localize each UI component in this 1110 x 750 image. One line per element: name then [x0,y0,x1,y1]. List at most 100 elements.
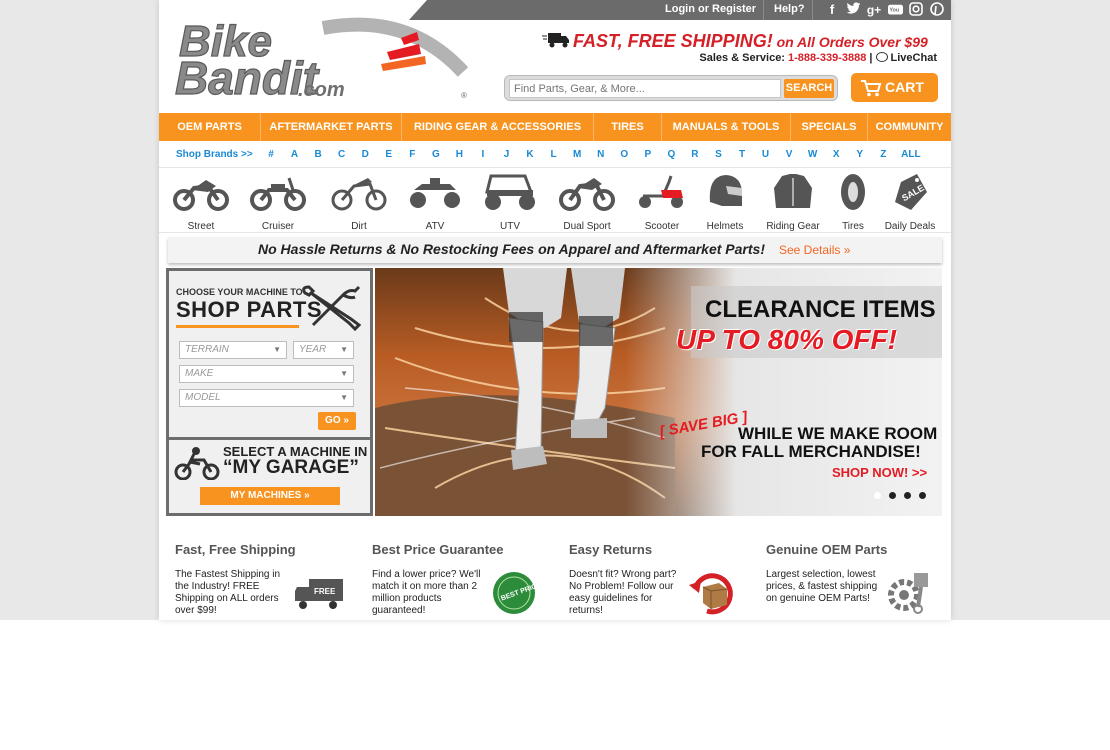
facebook-icon[interactable]: f [824,2,840,18]
brand-letter-p[interactable]: P [638,149,658,160]
cart-label: CART [885,79,924,95]
carousel-dot[interactable] [904,492,911,499]
feature-easy-returns[interactable]: Easy Returns Doesn't fit? Wrong part? No… [569,542,749,620]
sales-service-line: Sales & Service: 1-888-339-3888 | LiveCh… [699,52,937,64]
brand-letter-g[interactable]: G [426,149,446,160]
truck-icon [542,33,569,48]
shop-now-link[interactable]: SHOP NOW! >> [832,465,927,480]
machine-utv[interactable]: UTV [475,172,545,232]
free-shipping-threshold: on All Orders Over $99 [772,34,928,50]
chevron-down-icon: ▼ [340,345,348,354]
brand-letter-w[interactable]: W [803,149,823,160]
nav-manuals-tools[interactable]: MANUALS & TOOLS [662,113,791,141]
feature-oem-parts[interactable]: Genuine OEM Parts Largest selection, low… [766,542,946,620]
feature-best-price[interactable]: Best Price Guarantee Find a lower price?… [372,542,552,620]
carousel-dot[interactable] [919,492,926,499]
dual-sport-bike-icon [559,178,615,211]
go-button[interactable]: GO » [318,412,356,430]
feature-description: Largest selection, lowest prices, & fast… [766,569,878,604]
brand-letter-b[interactable]: B [308,149,328,160]
machine-dual-sport[interactable]: Dual Sport [552,172,622,232]
brand-letter-s[interactable]: S [708,149,728,160]
terrain-select[interactable]: TERRAIN ▼ [179,341,287,359]
brand-letter-f[interactable]: F [402,149,422,160]
chat-bubble-icon[interactable] [875,52,888,62]
bikebandit-logo[interactable]: Bike Bandit .com ® [173,14,473,106]
brand-letter-n[interactable]: N [591,149,611,160]
youtube-icon[interactable]: You [887,2,903,18]
price-seal-icon: BEST PRICE [493,572,542,614]
brand-letter-j[interactable]: J [497,149,517,160]
helmet-icon [709,175,742,206]
brand-letter-z[interactable]: Z [873,149,893,160]
nav-tires[interactable]: TIRES [594,113,662,141]
feature-free-shipping[interactable]: Fast, Free Shipping The Fastest Shipping… [175,542,355,620]
cart-button[interactable]: CART [851,73,938,102]
login-register-link[interactable]: Login or Register [665,3,756,15]
nav-community[interactable]: COMMUNITY [868,113,951,141]
make-select[interactable]: MAKE ▼ [179,365,354,383]
sales-label: Sales & Service: [699,52,789,64]
twitter-icon[interactable] [845,2,861,18]
brand-letter-k[interactable]: K [520,149,540,160]
machine-daily-deals[interactable]: SALE! Daily Deals [875,172,945,232]
livechat-link[interactable]: LiveChat [891,52,937,64]
brand-letter-e[interactable]: E [379,149,399,160]
brand-letter-i[interactable]: I [473,149,493,160]
chevron-down-icon: ▼ [340,393,348,402]
carousel-dot[interactable] [874,492,881,499]
brand-letter-d[interactable]: D [355,149,375,160]
browser-background: Login or Register Help? f g+ You Bike Ba… [0,0,1110,620]
year-select[interactable]: YEAR ▼ [293,341,354,359]
nav-riding-gear-accessories[interactable]: RIDING GEAR & ACCESSORIES [402,113,594,141]
cart-icon [861,80,882,97]
nav-oem-parts[interactable]: OEM PARTS [159,113,261,141]
search-input[interactable] [509,79,781,98]
svg-text:You: You [889,8,899,14]
free-shipping-headline: FAST, FREE SHIPPING! [573,31,773,51]
search-button[interactable]: SEARCH [784,79,834,98]
help-link[interactable]: Help? [774,3,805,15]
machine-cruiser[interactable]: Cruiser [243,172,313,232]
machine-label: Scooter [644,221,680,232]
nav-specials[interactable]: SPECIALS [791,113,868,141]
logo-registered-mark: ® [461,91,467,100]
pinterest-icon[interactable] [929,2,945,18]
my-machines-button[interactable]: MY MACHINES » [200,487,340,505]
brand-letter-r[interactable]: R [685,149,705,160]
brand-letter-h[interactable]: H [449,149,469,160]
brand-letter-q[interactable]: Q [661,149,681,160]
brand-letter-t[interactable]: T [732,149,752,160]
topbar-divider [812,0,813,20]
see-details-link[interactable]: See Details » [779,243,850,257]
brand-letter-hash[interactable]: # [261,149,281,160]
brand-letter-m[interactable]: M [567,149,587,160]
machine-atv[interactable]: ATV [400,172,470,232]
instagram-icon[interactable] [908,2,924,18]
feature-description: Find a lower price? We'll match it on mo… [372,569,481,616]
machine-label: Cruiser [261,221,295,232]
nav-aftermarket-parts[interactable]: AFTERMARKET PARTS [261,113,402,141]
hero-carousel[interactable]: CLEARANCE ITEMS UP TO 80% OFF! [ SAVE BI… [375,268,942,516]
brand-letter-x[interactable]: X [826,149,846,160]
google-plus-icon[interactable]: g+ [866,2,882,18]
brand-letter-a[interactable]: A [285,149,305,160]
brand-letter-c[interactable]: C [332,149,352,160]
brand-letter-o[interactable]: O [614,149,634,160]
year-placeholder: YEAR [299,344,327,355]
brand-letter-l[interactable]: L [544,149,564,160]
phone-number[interactable]: 1-888-339-3888 [788,52,866,64]
model-select[interactable]: MODEL ▼ [179,389,354,407]
brand-letter-v[interactable]: V [779,149,799,160]
carousel-dot[interactable] [889,492,896,499]
machine-street[interactable]: Street [166,172,236,232]
brand-letter-all[interactable]: ALL [897,149,925,160]
machine-helmets[interactable]: Helmets [690,172,760,232]
garage-line2: “MY GARAGE” [223,457,359,478]
machine-scooter[interactable]: Scooter [627,172,697,232]
machine-dirt[interactable]: Dirt [324,172,394,232]
return-box-icon [689,573,733,615]
brand-letter-u[interactable]: U [756,149,776,160]
shop-brands-link[interactable]: Shop Brands >> [176,149,253,160]
brand-letter-y[interactable]: Y [850,149,870,160]
